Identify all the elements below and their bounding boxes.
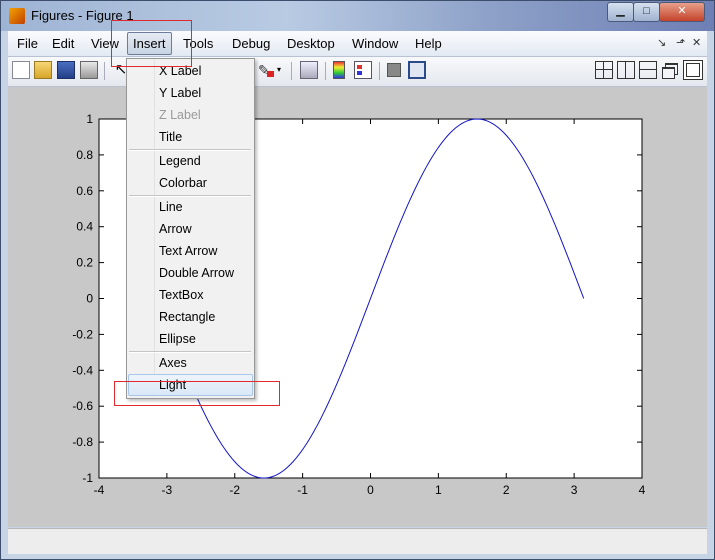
menu-item-y-label[interactable]: Y Label — [128, 82, 253, 104]
y-tick-label: 0.6 — [76, 184, 93, 198]
toolbar-separator — [104, 62, 105, 80]
menu-item-axes[interactable]: Axes — [128, 352, 253, 374]
menu-item-label: Ellipse — [159, 332, 196, 346]
annotation-box-light — [114, 381, 280, 406]
y-tick-label: -0.4 — [72, 363, 93, 377]
menu-debug[interactable]: Debug — [232, 36, 270, 51]
x-tick-label: -4 — [94, 483, 105, 497]
menu-item-label: Arrow — [159, 222, 192, 236]
undock-icon[interactable]: ↘ — [657, 36, 666, 49]
y-tick-label: 0 — [86, 292, 93, 306]
new-figure-icon[interactable] — [12, 61, 30, 79]
menu-window[interactable]: Window — [352, 36, 398, 51]
menu-item-text-arrow[interactable]: Text Arrow — [128, 240, 253, 262]
menu-item-z-label[interactable]: Z Label — [128, 104, 253, 126]
brush-dropdown-icon[interactable]: ▾ — [277, 61, 285, 79]
menu-item-double-arrow[interactable]: Double Arrow — [128, 262, 253, 284]
y-tick-label: -0.6 — [72, 399, 93, 413]
menu-item-textbox[interactable]: TextBox — [128, 284, 253, 306]
colorbar-icon[interactable] — [333, 61, 345, 79]
menu-item-label: Text Arrow — [159, 244, 218, 258]
insert-dropdown-menu: X Label Y Label Z Label Title Legend Colorbar… — [126, 58, 255, 399]
y-tick-label: 0.2 — [76, 256, 93, 270]
toolbar-separator — [379, 62, 380, 80]
annotation-box-insert — [111, 20, 192, 67]
x-tick-label: 1 — [435, 483, 442, 497]
menu-edit[interactable]: Edit — [52, 36, 74, 51]
y-tick-label: -0.8 — [72, 435, 93, 449]
y-tick-label: 1 — [86, 112, 93, 126]
x-tick-label: -2 — [229, 483, 240, 497]
menu-item-ellipse[interactable]: Ellipse — [128, 328, 253, 350]
title-bar[interactable]: Figures - Figure 1 ▁ □ ✕ — [1, 1, 714, 31]
figure-window: Figures - Figure 1 ▁ □ ✕ File Edit View … — [0, 0, 715, 560]
figure-canvas: -4 -3 -2 -1 0 1 2 3 4 1 0.8 0.6 0.4 0.2 0 -0.2 -0.4 -0.6 -… — [8, 87, 707, 527]
link-plot-icon[interactable] — [300, 61, 318, 79]
menu-file[interactable]: File — [17, 36, 38, 51]
menu-item-label: Rectangle — [159, 310, 216, 324]
show-plot-tools-icon[interactable] — [408, 61, 426, 79]
x-tick-label: 2 — [503, 483, 510, 497]
top-bottom-icon[interactable] — [639, 61, 657, 79]
axes-plot[interactable]: -4 -3 -2 -1 0 1 2 3 4 1 0.8 0.6 0.4 0.2 0 -0.2 -0.4 -0.6 -… — [8, 87, 707, 527]
menu-desktop[interactable]: Desktop — [287, 36, 335, 51]
toolbar-separator — [325, 62, 326, 80]
save-icon[interactable] — [57, 61, 75, 79]
x-tick-label: -1 — [297, 483, 308, 497]
menu-item-label: Axes — [159, 356, 187, 370]
menu-item-legend[interactable]: Legend — [128, 150, 253, 172]
hide-plot-tools-icon[interactable] — [387, 63, 401, 77]
legend-icon[interactable] — [354, 61, 372, 79]
menu-item-colorbar[interactable]: Colorbar — [128, 172, 253, 194]
print-icon[interactable] — [80, 61, 98, 79]
menu-item-label: Line — [159, 200, 183, 214]
y-tick-label: 0.4 — [76, 220, 93, 234]
matlab-icon — [9, 8, 25, 24]
x-tick-label: -3 — [162, 483, 173, 497]
menu-item-label: Legend — [159, 154, 201, 168]
menu-item-label: TextBox — [159, 288, 204, 302]
menu-item-label: Double Arrow — [159, 266, 235, 280]
y-tick-label: -0.2 — [72, 327, 93, 341]
y-tick-label: -1 — [82, 471, 93, 485]
status-bar — [8, 528, 707, 554]
x-tick-label: 4 — [639, 483, 646, 497]
x-tick-label: 3 — [571, 483, 578, 497]
menu-item-arrow[interactable]: Arrow — [128, 218, 253, 240]
dock-icon[interactable]: ⬏ — [676, 36, 685, 49]
menu-item-label: Colorbar — [159, 176, 207, 190]
menu-help[interactable]: Help — [415, 36, 442, 51]
tile-icon[interactable] — [595, 61, 613, 79]
maximize-icon[interactable] — [683, 60, 703, 80]
menu-item-title[interactable]: Title — [128, 126, 253, 148]
menu-item-label: Y Label — [159, 86, 202, 100]
x-tick-label: 0 — [367, 483, 374, 497]
close-button[interactable]: ✕ — [659, 2, 705, 22]
toolbar-separator — [291, 62, 292, 80]
close-figure-icon[interactable]: ✕ — [692, 36, 701, 49]
y-tick-label: 0.8 — [76, 148, 93, 162]
minimize-button[interactable]: ▁ — [607, 2, 634, 22]
maximize-button[interactable]: □ — [633, 2, 660, 22]
menu-item-line[interactable]: Line — [128, 196, 253, 218]
menu-item-label: Z Label — [159, 108, 201, 122]
open-file-icon[interactable] — [34, 61, 52, 79]
brush-icon[interactable]: ✎ — [258, 61, 276, 79]
menu-item-label: Title — [159, 130, 183, 144]
menu-item-rectangle[interactable]: Rectangle — [128, 306, 253, 328]
float-icon[interactable] — [661, 61, 679, 79]
left-right-icon[interactable] — [617, 61, 635, 79]
